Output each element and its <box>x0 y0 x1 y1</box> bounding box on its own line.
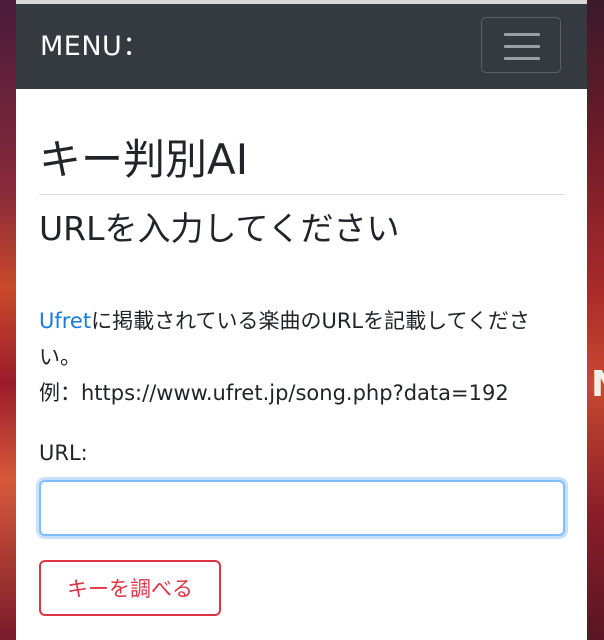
check-key-button[interactable]: キーを調べる <box>39 560 221 616</box>
url-input[interactable] <box>39 480 565 536</box>
page-title: キー判別AI <box>39 135 249 184</box>
navbar-brand[interactable]: MENU： <box>40 30 150 64</box>
background-image-right: N <box>587 0 604 640</box>
page-frame: MENU： キー判別AI URLを入力してください Ufretに掲載されている楽… <box>16 4 587 640</box>
url-label: URL: <box>39 441 88 465</box>
navbar: MENU： <box>16 4 587 89</box>
background-image-left <box>0 0 16 640</box>
description: Ufretに掲載されている楽曲のURLを記載してください。 例：https://… <box>39 303 565 411</box>
background-glyph: N <box>591 364 604 405</box>
example-text: 例：https://www.ufret.jp/song.php?data=192 <box>39 381 509 405</box>
description-text: に掲載されている楽曲のURLを記載してください。 <box>39 309 530 369</box>
navbar-toggler-button[interactable] <box>481 17 561 73</box>
ufret-link[interactable]: Ufret <box>39 309 91 333</box>
page-subtitle: URLを入力してください <box>39 209 400 248</box>
title-divider <box>39 194 565 195</box>
